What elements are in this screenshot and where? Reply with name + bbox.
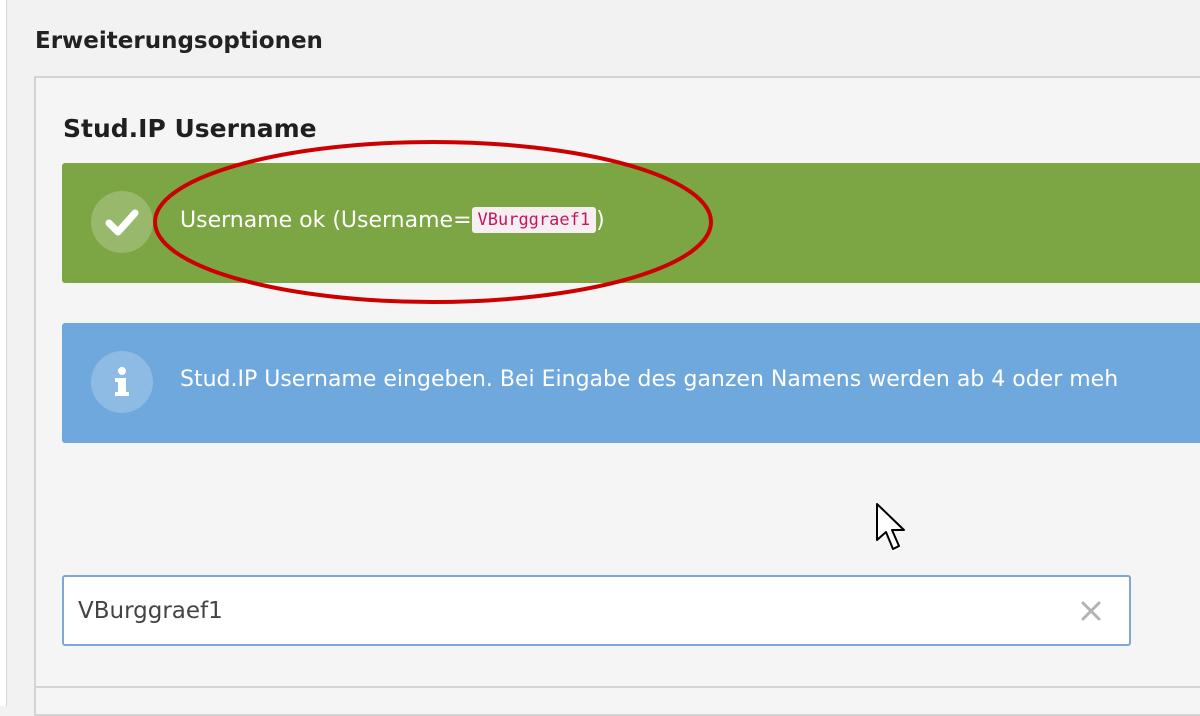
username-input[interactable] (78, 591, 1058, 631)
success-message-suffix: ) (596, 208, 605, 233)
username-input-wrapper (62, 575, 1131, 646)
clear-icon[interactable] (1077, 597, 1105, 625)
section-title: Erweiterungsoptionen (35, 28, 323, 54)
info-message: Stud.IP Username eingeben. Bei Eingabe d… (180, 367, 1119, 392)
info-icon (91, 351, 153, 413)
window-left-edge (0, 0, 7, 706)
checkmark-icon (91, 191, 153, 253)
success-message: Username ok (Username= VBurggraef1) (180, 207, 605, 233)
success-alert: Username ok (Username= VBurggraef1) (62, 163, 1200, 283)
field-label: Stud.IP Username (63, 114, 317, 143)
panel-divider (34, 686, 1200, 688)
info-alert: Stud.IP Username eingeben. Bei Eingabe d… (62, 323, 1200, 443)
success-message-prefix: Username ok (Username= (180, 208, 472, 233)
username-code: VBurggraef1 (471, 207, 597, 233)
